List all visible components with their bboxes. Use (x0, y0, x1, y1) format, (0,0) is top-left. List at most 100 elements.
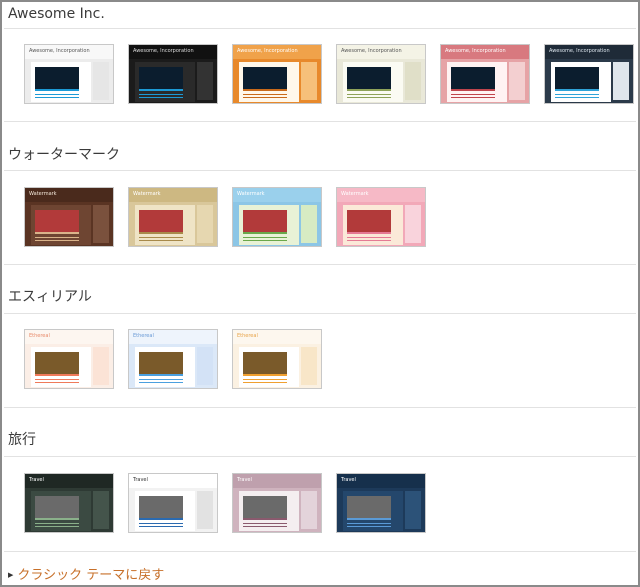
thumbnail-sidebar (405, 62, 421, 100)
theme-thumbnail[interactable]: Travel (336, 473, 426, 533)
section-divider (4, 407, 636, 408)
theme-thumbnail[interactable]: Awesome, Incorporation (544, 44, 634, 104)
thumbnail-sidebar (93, 491, 109, 529)
thumbnail-header: Travel (233, 474, 321, 488)
section-title-awesome-inc: Awesome Inc. (8, 6, 105, 22)
thumbnail-blog-title: Awesome, Incorporation (29, 48, 90, 54)
thumbnail-blog-title: Awesome, Incorporation (341, 48, 402, 54)
thumbnail-text-line (347, 237, 391, 238)
thumbnail-text-line (139, 240, 183, 241)
thumbnail-post-image (243, 496, 287, 520)
thumbnail-text-line (139, 526, 183, 527)
thumbnail-text-line (139, 237, 183, 238)
thumbnail-blog-title: Awesome, Incorporation (237, 48, 298, 54)
thumbnail-blog-title: Travel (237, 477, 252, 483)
thumbnail-header: Watermark (129, 188, 217, 202)
thumbnail-text-line (555, 94, 599, 95)
thumbnail-post-image (139, 67, 183, 91)
thumbnail-header: Awesome, Incorporation (545, 45, 633, 59)
thumbnail-blog-title: Ethereal (133, 333, 154, 339)
theme-thumbnail[interactable]: Awesome, Incorporation (128, 44, 218, 104)
thumbnail-post-image (243, 210, 287, 234)
thumbnail-sidebar (197, 347, 213, 385)
theme-thumbnail[interactable]: Ethereal (128, 329, 218, 389)
thumbnail-header: Awesome, Incorporation (233, 45, 321, 59)
thumbnail-text-line (347, 97, 391, 98)
theme-thumbnail[interactable]: Awesome, Incorporation (232, 44, 322, 104)
thumbnail-post-image (243, 352, 287, 376)
thumbnail-text-line (139, 382, 183, 383)
thumbnail-post-image (347, 67, 391, 91)
thumbnail-sidebar (93, 62, 109, 100)
thumbnail-blog-title: Watermark (341, 191, 369, 197)
thumbnail-post-image (139, 352, 183, 376)
thumbnail-post-image (139, 210, 183, 234)
thumbnail-text-line (555, 97, 599, 98)
thumbnail-text-line (35, 382, 79, 383)
theme-thumbnail[interactable]: Awesome, Incorporation (336, 44, 426, 104)
thumbnail-sidebar (405, 205, 421, 243)
thumbnail-blog-title: Travel (133, 477, 148, 483)
revert-to-classic-link[interactable]: ▶ クラシック テーマに戻す (8, 567, 164, 584)
theme-thumbnail[interactable]: Awesome, Incorporation (440, 44, 530, 104)
thumbnail-blog-title: Awesome, Incorporation (133, 48, 194, 54)
thumbnail-header: Travel (129, 474, 217, 488)
thumbnail-sidebar (301, 62, 317, 100)
thumbnail-sidebar (197, 205, 213, 243)
thumbnail-text-line (243, 237, 287, 238)
thumbnail-text-line (243, 240, 287, 241)
revert-to-classic-label: クラシック テーマに戻す (17, 568, 165, 583)
thumbnail-blog-title: Awesome, Incorporation (445, 48, 506, 54)
thumbnail-post-image (35, 210, 79, 234)
thumbnail-text-line (243, 94, 287, 95)
thumbnail-header: Awesome, Incorporation (129, 45, 217, 59)
thumbnail-header: Awesome, Incorporation (25, 45, 113, 59)
theme-thumbnail[interactable]: Travel (232, 473, 322, 533)
thumbnail-text-line (347, 523, 391, 524)
thumbnail-text-line (35, 379, 79, 380)
thumbnail-post-image (35, 67, 79, 91)
section-title-ethereal: エスィリアル (8, 289, 92, 305)
theme-thumbnail[interactable]: Awesome, Incorporation (24, 44, 114, 104)
thumbnail-blog-title: Watermark (237, 191, 265, 197)
thumbnail-blog-title: Watermark (133, 191, 161, 197)
theme-thumbnail[interactable]: Travel (24, 473, 114, 533)
theme-thumbnail[interactable]: Ethereal (24, 329, 114, 389)
section-divider (4, 313, 636, 314)
theme-thumbnail[interactable]: Watermark (336, 187, 426, 247)
thumbnail-blog-title: Watermark (29, 191, 57, 197)
theme-thumbnail[interactable]: Watermark (128, 187, 218, 247)
theme-thumbnail[interactable]: Watermark (24, 187, 114, 247)
thumbnail-header: Watermark (233, 188, 321, 202)
thumbnail-post-image (35, 352, 79, 376)
thumbnail-header: Awesome, Incorporation (337, 45, 425, 59)
thumbnail-header: Watermark (25, 188, 113, 202)
theme-thumbnail[interactable]: Ethereal (232, 329, 322, 389)
thumbnail-post-image (243, 67, 287, 91)
thumbnail-sidebar (93, 205, 109, 243)
thumbnail-text-line (35, 97, 79, 98)
theme-thumbnail[interactable]: Watermark (232, 187, 322, 247)
thumbnail-text-line (139, 379, 183, 380)
theme-thumbnail[interactable]: Travel (128, 473, 218, 533)
thumbnail-sidebar (197, 62, 213, 100)
thumbnail-text-line (451, 97, 495, 98)
thumbnail-sidebar (613, 62, 629, 100)
section-divider (4, 264, 636, 265)
section-divider (4, 121, 636, 122)
thumbnail-post-image (347, 496, 391, 520)
thumbnail-sidebar (93, 347, 109, 385)
thumbnail-post-image (555, 67, 599, 91)
thumbnail-header: Travel (25, 474, 113, 488)
section-title-travel: 旅行 (8, 432, 36, 448)
thumbnail-blog-title: Awesome, Incorporation (549, 48, 610, 54)
thumbnail-header: Awesome, Incorporation (441, 45, 529, 59)
thumbnail-header: Watermark (337, 188, 425, 202)
thumbnail-text-line (347, 240, 391, 241)
thumbnail-blog-title: Ethereal (237, 333, 258, 339)
section-divider (4, 456, 636, 457)
thumbnail-text-line (139, 523, 183, 524)
thumbnail-post-image (451, 67, 495, 91)
section-divider (4, 551, 636, 552)
thumbnail-text-line (347, 526, 391, 527)
